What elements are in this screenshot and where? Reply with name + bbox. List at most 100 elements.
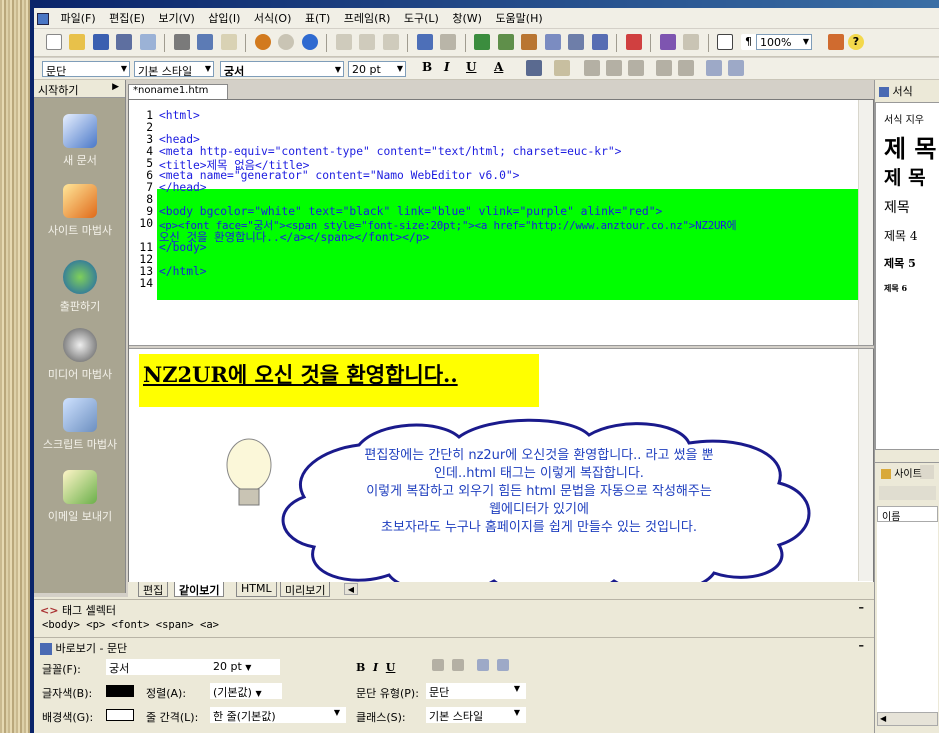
print-icon[interactable] [173, 34, 190, 50]
qv-font-select[interactable]: 궁서 [106, 659, 226, 675]
bg-color-swatch[interactable] [106, 709, 134, 721]
menu-insert[interactable]: 삽입(I) [203, 8, 245, 28]
grid-icon[interactable] [717, 34, 733, 50]
menu-table[interactable]: 표(T) [300, 8, 335, 28]
bullet-list-icon[interactable] [678, 60, 694, 76]
open-folder-icon[interactable] [69, 34, 85, 50]
outdent-icon[interactable] [706, 60, 722, 76]
style-h4[interactable]: 제목 4 [884, 227, 918, 244]
style-select[interactable]: 기본 스타일 ▼ [134, 61, 214, 77]
browser-preview2-icon[interactable] [278, 34, 294, 50]
browser-preview-icon[interactable] [254, 34, 271, 50]
collapse-button[interactable]: – [859, 639, 865, 652]
site-file-list[interactable] [877, 522, 938, 722]
sidebar-header[interactable]: 시작하기 ▶ [34, 80, 125, 98]
insert-frame-icon[interactable] [591, 34, 608, 50]
style-h2[interactable]: 제 목 [884, 163, 926, 190]
source-scrollbar[interactable] [858, 100, 873, 345]
spellcheck-icon[interactable] [220, 34, 237, 50]
site-hscrollbar[interactable]: ◀ [877, 712, 938, 726]
undo-icon[interactable] [416, 34, 433, 50]
sidebar-item-publish[interactable]: 출판하기 [34, 260, 126, 314]
app-icon[interactable] [34, 10, 52, 27]
zoom-select[interactable]: 100% ▼ [756, 34, 812, 50]
sidebar-item-media-wizard[interactable]: 미디어 마법사 [34, 328, 126, 382]
sidebar-item-script-wizard[interactable]: 스크립트 마법사 [34, 398, 126, 452]
qv-line-spacing-select[interactable]: 한 줄(기본값) ▼ [210, 707, 346, 723]
wysiwyg-pane[interactable]: NZ2UR에 오신 것을 환영합니다.. 편집장에는 간단히 nz2ur에 오신… [129, 349, 859, 598]
insert-link-icon[interactable] [474, 34, 490, 50]
tab-preview[interactable]: 미리보기 [280, 582, 331, 597]
print-preview-icon[interactable] [197, 34, 213, 50]
collapse-button[interactable]: – [859, 601, 865, 614]
menu-help[interactable]: 도움말(H) [490, 8, 547, 28]
qv-numbered-list-icon[interactable] [432, 659, 444, 671]
save-all-icon[interactable] [116, 34, 132, 50]
preview-scrollbar[interactable] [858, 349, 873, 581]
style-h5[interactable]: 제목 5 [884, 255, 916, 271]
numbered-list-icon[interactable] [656, 60, 672, 76]
qv-size-select[interactable]: 20 pt ▼ [210, 659, 280, 675]
sidebar-item-send-email[interactable]: 이메일 보내기 [34, 470, 126, 524]
text-color-button[interactable]: A [494, 60, 503, 74]
menu-view[interactable]: 보기(V) [153, 8, 199, 28]
html-source-pane[interactable]: 1 2 3 4 5 6 7 8 9 10 11 12 13 14 <html> … [129, 100, 859, 345]
site-name-column[interactable]: 이름 [877, 506, 938, 523]
ie-preview-icon[interactable] [301, 34, 318, 50]
clear-format-item[interactable]: 서식 지우 [884, 111, 924, 126]
qv-indent-icon[interactable] [496, 659, 509, 671]
sidebar-item-new-document[interactable]: 새 문서 [34, 114, 126, 168]
style-h6[interactable]: 제목 6 [884, 283, 907, 294]
qv-para-type-select[interactable]: 문단 ▼ [426, 683, 526, 699]
menu-edit[interactable]: 편집(E) [104, 8, 150, 28]
tag-path[interactable]: <body> <p> <font> <span> <a> [42, 619, 219, 631]
cut-icon[interactable] [335, 34, 352, 50]
qv-bold-button[interactable]: B I U [356, 661, 395, 674]
qv-align-select[interactable]: (기본값) ▼ [210, 683, 282, 699]
style-h1[interactable]: 제 목 [884, 129, 937, 164]
style-h3[interactable]: 제목 [884, 197, 910, 217]
site-icon[interactable] [139, 34, 156, 50]
paragraph-mark-icon[interactable]: ¶ [740, 34, 757, 50]
insert-media-icon[interactable] [521, 34, 537, 50]
menu-frame[interactable]: 프레임(R) [339, 8, 396, 28]
menu-window[interactable]: 창(W) [447, 8, 487, 28]
menu-tools[interactable]: 도구(L) [399, 8, 444, 28]
tab-noname1[interactable]: *noname1.htm [128, 84, 228, 99]
paste-icon[interactable] [382, 34, 399, 50]
brush-icon[interactable] [554, 60, 570, 76]
sidebar-item-site-wizard[interactable]: 사이트 마법사 [34, 184, 126, 238]
underline-button[interactable]: U [466, 60, 476, 74]
insert-table-icon[interactable] [544, 34, 561, 50]
indent-icon[interactable] [728, 60, 744, 76]
menu-format[interactable]: 서식(O) [249, 8, 296, 28]
layer-icon[interactable] [625, 34, 642, 50]
tab-edit[interactable]: 편집 [138, 582, 169, 597]
preview-headline-link[interactable]: NZ2UR에 오신 것을 환영합니다.. [143, 359, 458, 389]
qv-bullet-list-icon[interactable] [451, 659, 464, 671]
save-icon[interactable] [92, 34, 109, 50]
menu-file[interactable]: 파일(F) [56, 8, 101, 28]
italic-button[interactable]: I [444, 60, 450, 74]
align-center-icon[interactable] [606, 60, 622, 76]
align-right-icon[interactable] [628, 60, 644, 76]
tab-html[interactable]: HTML [236, 582, 277, 597]
tab-split-view[interactable]: 같이보기 [174, 582, 225, 597]
font-size-select[interactable]: 20 pt ▼ [348, 61, 406, 77]
new-file-icon[interactable] [45, 34, 62, 50]
resource-icon[interactable] [828, 34, 844, 50]
eraser-icon[interactable] [683, 34, 699, 50]
copy-icon[interactable] [359, 34, 375, 50]
redo-icon[interactable] [440, 34, 456, 50]
highlight-color-icon[interactable] [526, 60, 542, 76]
paragraph-select[interactable]: 문단 ▼ [42, 61, 130, 77]
bold-button[interactable]: B [422, 60, 432, 74]
insert-form-icon[interactable] [568, 34, 584, 50]
text-color-swatch[interactable] [106, 685, 134, 697]
align-left-icon[interactable] [584, 60, 600, 76]
qv-class-select[interactable]: 기본 스타일 ▼ [426, 707, 526, 723]
pencil-icon[interactable] [659, 34, 676, 50]
insert-image-icon[interactable] [497, 34, 514, 50]
qv-list-icons[interactable] [430, 659, 511, 672]
help-icon[interactable]: ? [848, 34, 864, 50]
